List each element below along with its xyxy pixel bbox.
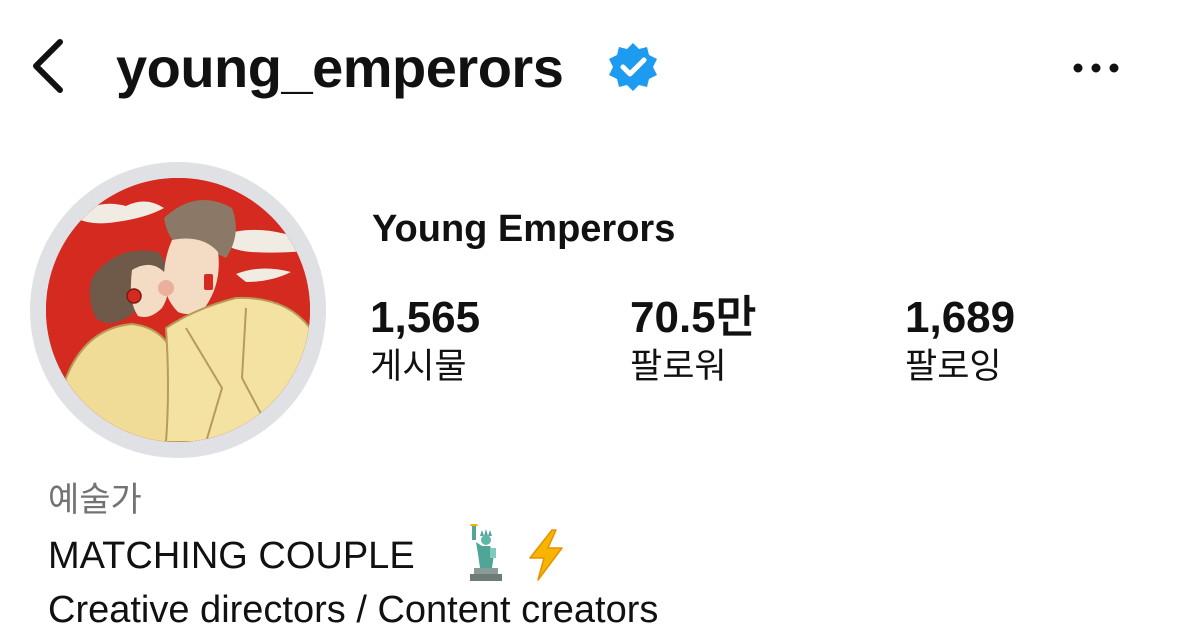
statue-of-liberty-icon bbox=[470, 524, 502, 581]
avatar[interactable] bbox=[46, 178, 310, 442]
verified-badge-icon bbox=[609, 43, 657, 91]
stat-posts-count: 1,565 bbox=[370, 293, 481, 342]
more-horizontal-icon bbox=[1073, 63, 1119, 73]
stat-following-label: 팔로잉 bbox=[905, 347, 1002, 387]
profile-username: young_emperors bbox=[116, 36, 564, 99]
profile-display-name: Young Emperors bbox=[372, 208, 676, 250]
stat-following[interactable]: 1,689 팔로잉 bbox=[905, 292, 1015, 390]
stat-following-count: 1,689 bbox=[905, 293, 1016, 342]
profile-category: 예술가 bbox=[48, 480, 142, 520]
chevron-left-icon bbox=[33, 39, 63, 93]
stat-posts-label: 게시물 bbox=[370, 347, 467, 387]
back-button[interactable] bbox=[18, 30, 78, 102]
bio-line-1: MATCHING COUPLE bbox=[48, 535, 415, 577]
more-options-button[interactable] bbox=[1064, 44, 1128, 92]
bio-line-2: Creative directors / Content creators bbox=[48, 589, 659, 631]
profile-avatar-illustration bbox=[46, 178, 310, 442]
stat-followers-label: 팔로워 bbox=[630, 347, 727, 387]
stat-followers-count: 70.5만 bbox=[630, 293, 757, 342]
lightning-bolt-icon bbox=[529, 529, 563, 581]
stat-posts[interactable]: 1,565 게시물 bbox=[370, 292, 480, 390]
stat-followers[interactable]: 70.5만 팔로워 bbox=[630, 292, 756, 390]
